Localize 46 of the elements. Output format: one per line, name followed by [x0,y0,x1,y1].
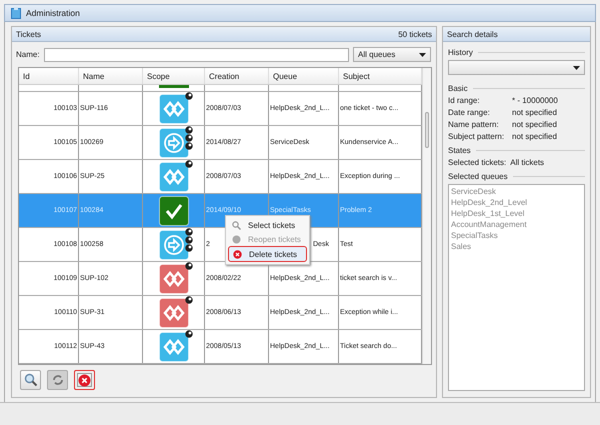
delete-button[interactable] [74,370,95,390]
field-value: * - 10000000 [512,96,558,105]
field-label: Subject pattern: [448,132,506,141]
history-dropdown[interactable] [448,60,585,75]
delete-icon [78,374,91,386]
field-value: not specified [512,132,557,141]
column-header[interactable]: Scope [143,68,205,84]
ticket-count: 50 tickets [398,30,432,38]
panel-title: Search details [447,30,498,38]
badge-icon [184,160,192,168]
badge-icon [184,92,192,100]
search-icon [24,373,38,387]
search-icon [232,220,241,230]
delete-icon [233,250,242,258]
group-label: Selected queues [448,172,508,181]
refresh-icon [50,373,64,387]
window-title: Administration [26,8,80,18]
field-value: not specified [512,120,557,129]
badge-icon [184,296,192,304]
field-label: Selected tickets: [448,158,506,167]
name-field[interactable] [44,48,349,62]
field-label: Name pattern: [448,120,500,129]
caret-icon [573,66,580,70]
field-label: Id range: [448,96,481,105]
badge-icon [184,262,192,270]
column-header[interactable]: Id [19,68,79,84]
caret-icon [419,52,426,56]
scrollbar[interactable] [422,68,431,364]
menu-item[interactable]: Delete tickets [228,246,307,262]
group-label: States [448,146,471,155]
column-header[interactable]: Name [79,68,143,84]
clipboard-icon [11,7,21,19]
group-label: Basic [448,84,468,93]
reopen-icon [232,234,241,244]
panel-title: Tickets [16,30,42,38]
field-value: All tickets [510,158,544,167]
search-button[interactable] [20,370,41,390]
column-header[interactable]: Creation [205,68,269,84]
field-label: Date range: [448,108,491,117]
group-label: History [448,48,473,57]
name-label: Name: [16,50,40,59]
scope-icon [158,85,188,88]
badge-icon [184,330,192,338]
column-header[interactable]: Queue [269,68,339,84]
queue-dropdown[interactable]: All queues [353,47,431,62]
field-value: not specified [512,108,557,117]
